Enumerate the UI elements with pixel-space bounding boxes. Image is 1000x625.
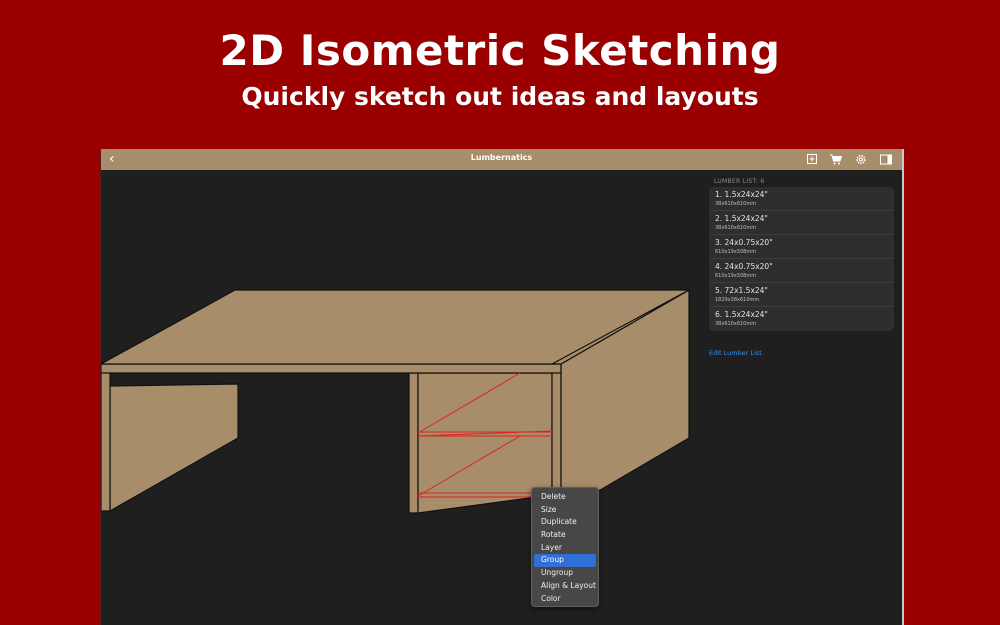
lumber-item[interactable]: 5. 72x1.5x24" 1829x38x610mm [709,283,894,307]
gear-icon[interactable] [854,153,868,166]
menu-item-align-layout[interactable]: Align & Layout [534,580,596,593]
cabinet-front-edge [408,372,419,514]
menu-item-duplicate[interactable]: Duplicate [534,516,596,529]
chevron-left-icon[interactable]: ‹ [109,151,115,167]
menu-item-ungroup[interactable]: Ungroup [534,567,596,580]
lumber-item[interactable]: 6. 1.5x24x24" 38x610x610mm [709,307,894,331]
lumber-item-metric: 610x19x508mm [715,273,757,279]
lumber-item-name: 5. 72x1.5x24" [715,286,768,295]
menu-item-rotate[interactable]: Rotate [534,529,596,542]
menu-item-group[interactable]: Group [534,554,596,568]
lumber-list-header: LUMBER LIST: 6 [714,178,764,185]
lumber-list: 1. 1.5x24x24" 38x610x610mm 2. 1.5x24x24"… [709,187,894,331]
app-window: ‹ Lumbernatics LUMBER LIST: 6 1. 1.5x24x… [100,149,904,625]
lumber-item-metric: 610x19x508mm [715,249,757,255]
menu-item-color[interactable]: Color [534,593,596,606]
lumber-item[interactable]: 4. 24x0.75x20" 610x19x508mm [709,259,894,283]
menu-item-layer[interactable]: Layer [534,542,596,555]
lumber-panel: LUMBER LIST: 6 1. 1.5x24x24" 38x610x610m… [707,170,902,625]
lumber-item[interactable]: 3. 24x0.75x20" 610x19x508mm [709,235,894,259]
lumber-item-name: 2. 1.5x24x24" [715,214,768,223]
lumber-item[interactable]: 2. 1.5x24x24" 38x610x610mm [709,211,894,235]
lumber-list-count: 6 [760,178,765,185]
cart-icon[interactable] [829,153,843,166]
window-title: Lumbernatics [470,153,533,162]
hero-title: 2D Isometric Sketching [219,26,781,75]
desktop-front-edge [101,363,562,374]
lumber-list-label: LUMBER LIST: [714,178,761,185]
lumber-item-name: 4. 24x0.75x20" [715,262,773,271]
edit-lumber-list-link[interactable]: Edit Lumber List [709,349,762,357]
lumber-item-name: 3. 24x0.75x20" [715,238,773,247]
left-leg-front [101,363,111,512]
lumber-item-metric: 38x610x610mm [715,321,757,327]
hero-subtitle: Quickly sketch out ideas and layouts [241,82,759,111]
sketch-canvas[interactable] [101,170,707,625]
context-menu: Delete Size Duplicate Rotate Layer Group… [531,487,599,607]
toolbar: ‹ Lumbernatics [101,149,902,170]
menu-item-delete[interactable]: Delete [534,491,596,504]
menu-item-size[interactable]: Size [534,504,596,517]
add-square-icon[interactable] [805,153,819,166]
lumber-item[interactable]: 1. 1.5x24x24" 38x610x610mm [709,187,894,211]
lumber-item-metric: 38x610x610mm [715,201,757,207]
lumber-item-name: 1. 1.5x24x24" [715,190,768,199]
sidebar-icon[interactable] [879,153,893,166]
lumber-item-name: 6. 1.5x24x24" [715,310,768,319]
lumber-item-metric: 1829x38x610mm [715,297,760,303]
left-leg-side [109,383,239,512]
lumber-item-metric: 38x610x610mm [715,225,757,231]
